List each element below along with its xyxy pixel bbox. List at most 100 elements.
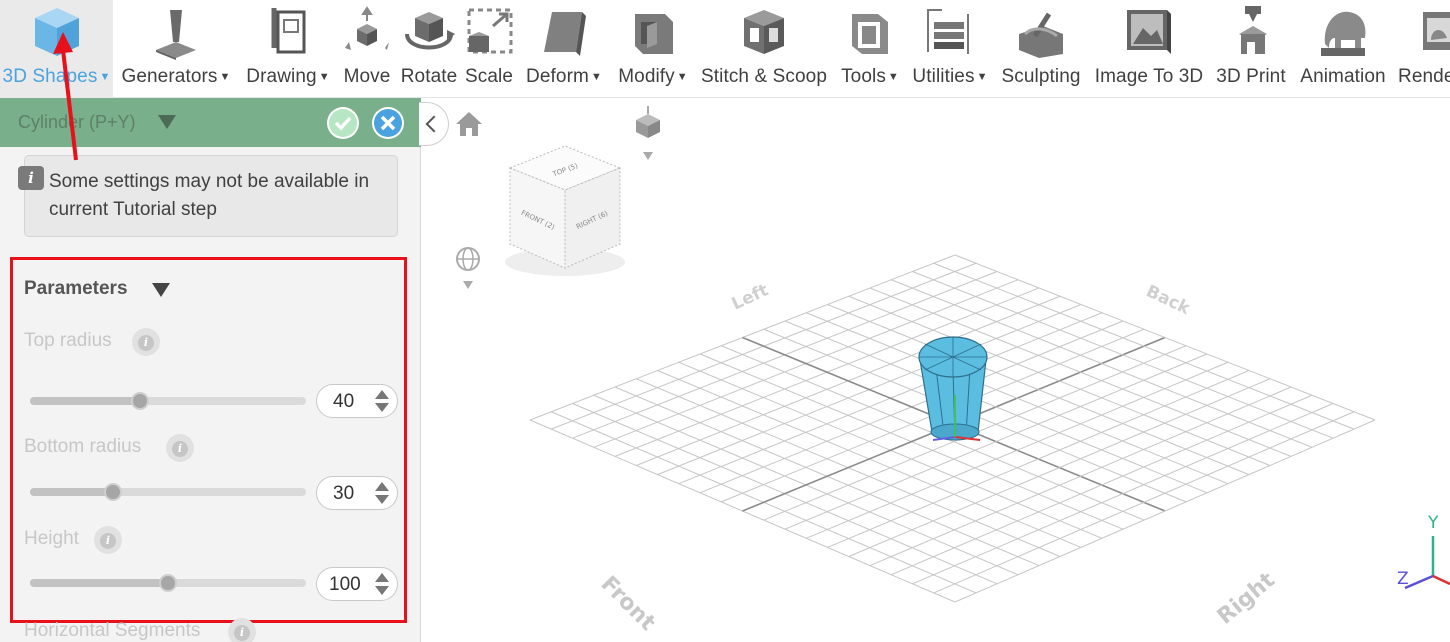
rotate-icon [405, 12, 455, 50]
perspective-view-icon[interactable] [636, 106, 660, 160]
parameters-title[interactable]: Parameters [24, 278, 128, 300]
toolbar-label: Render [1398, 66, 1450, 87]
panel-title[interactable]: Cylinder (P+Y) [18, 112, 136, 133]
toolbar-label: Animation [1300, 66, 1386, 87]
toolbar-label: 3D Shapes [2, 66, 98, 87]
chevron-down-icon[interactable] [158, 115, 176, 129]
toolbar-item-utilities[interactable]: Utilities ▼ [906, 0, 994, 98]
toolbar-item-modify[interactable]: Modify ▼ [611, 0, 695, 98]
grid-line [954, 419, 1376, 603]
axis-label-z: Z [1397, 569, 1409, 589]
check-icon [329, 109, 357, 137]
cylinder-shape[interactable] [918, 336, 988, 441]
toolbar-item-3d-print[interactable]: 3D Print [1210, 0, 1292, 98]
increment-icon[interactable] [375, 573, 389, 582]
tools-icon [852, 14, 888, 54]
close-icon [374, 109, 402, 137]
toolbar-item-deform[interactable]: Deform ▼ [517, 0, 611, 98]
toolbar-label: Image To 3D [1094, 66, 1204, 87]
info-icon[interactable]: i [94, 526, 122, 554]
toolbar-item-scale[interactable]: Scale [461, 0, 517, 98]
toolbar-item-rotate[interactable]: Rotate [397, 0, 461, 98]
toolbar-label: Modify [618, 66, 675, 87]
info-icon[interactable]: i [132, 328, 160, 356]
decrement-icon[interactable] [375, 495, 389, 504]
grid-label-front: Front [596, 572, 661, 637]
confirm-button[interactable] [327, 107, 359, 139]
toolbar-item-tools[interactable]: Tools ▼ [835, 0, 905, 98]
top-radius-label: Top radius [24, 330, 112, 351]
bottom-radius-slider[interactable] [30, 483, 306, 501]
bottom-radius-stepper[interactable]: 30 [316, 476, 398, 510]
stepper-value[interactable]: 30 [333, 483, 354, 505]
deform-icon [544, 12, 586, 56]
toolbar-label: Generators [121, 66, 218, 87]
home-icon[interactable] [456, 112, 482, 136]
toolbar-item-drawing[interactable]: Drawing ▼ [240, 0, 336, 98]
grid-label-right: Right [1213, 567, 1280, 629]
image-to-3d-icon [1127, 10, 1171, 54]
slider-fill [30, 579, 168, 587]
toolbar-label: Stitch & Scoop [700, 66, 828, 87]
stepper-value[interactable]: 40 [333, 391, 354, 413]
main-toolbar: 3D Shapes ▼ Generators ▼ Drawing ▼ Move … [0, 0, 1450, 98]
3d-viewport[interactable]: TOP (5) FRONT (2) RIGHT (6) Left Back Fr… [422, 98, 1450, 642]
toolbar-label: Sculpting [1001, 66, 1081, 87]
view-cube[interactable]: TOP (5) FRONT (2) RIGHT (6) [505, 145, 625, 276]
scale-icon [467, 8, 513, 54]
grid-line [933, 262, 1355, 430]
height-label: Height [24, 528, 79, 549]
drawing-icon [271, 8, 306, 54]
grid-line [954, 254, 1376, 421]
decrement-icon[interactable] [375, 403, 389, 412]
toolbar-label: Tools [841, 66, 886, 87]
toolbar-label: Deform [526, 66, 589, 87]
move-icon [345, 6, 389, 50]
toolbar-item-3d-shapes[interactable]: 3D Shapes ▼ [0, 0, 113, 98]
grid-label-left: Left [729, 280, 772, 314]
stitch-icon [744, 10, 784, 54]
slider-fill [30, 488, 113, 496]
height-slider[interactable] [30, 574, 306, 592]
tutorial-info-text: Some settings may not be available in cu… [49, 171, 370, 220]
slider-thumb[interactable] [159, 574, 177, 592]
axis-gizmo: Y Z [1397, 513, 1450, 590]
generator-icon [156, 10, 196, 60]
axis-label-y: Y [1427, 513, 1439, 533]
elephant-icon [1321, 11, 1366, 56]
chevron-down-icon[interactable] [152, 283, 170, 297]
cube-icon [34, 8, 79, 56]
height-stepper[interactable]: 100 [316, 567, 398, 601]
toolbar-label: Move [343, 66, 391, 87]
stepper-value[interactable]: 100 [329, 574, 361, 596]
decrement-icon[interactable] [375, 586, 389, 595]
toolbar-item-animation[interactable]: Animation [1292, 0, 1394, 98]
increment-icon[interactable] [375, 390, 389, 399]
toolbar-label: Utilities [912, 66, 975, 87]
toolbar-item-generators[interactable]: Generators ▼ [115, 0, 237, 98]
toolbar-label: 3D Print [1216, 66, 1286, 87]
info-icon[interactable]: i [166, 434, 194, 462]
toolbar-item-stitch-scoop[interactable]: Stitch & Scoop [695, 0, 833, 98]
top-radius-stepper[interactable]: 40 [316, 384, 398, 418]
bottom-radius-label: Bottom radius [24, 436, 142, 457]
info-icon: i [18, 166, 44, 190]
increment-icon[interactable] [375, 482, 389, 491]
sculpting-icon [1019, 12, 1063, 58]
toolbar-item-render[interactable]: Render [1396, 0, 1450, 98]
info-icon[interactable]: i [228, 618, 256, 642]
printer-icon [1239, 6, 1267, 54]
toolbar-item-move[interactable]: Move [338, 0, 396, 98]
top-radius-slider[interactable] [30, 392, 306, 410]
horizontal-segments-label: Horizontal Segments [24, 620, 201, 641]
cancel-button[interactable] [372, 107, 404, 139]
render-icon [1423, 12, 1450, 50]
toolbar-label: Scale [464, 66, 514, 87]
globe-icon[interactable] [456, 247, 480, 289]
utilities-icon [927, 9, 969, 54]
grid-label-back: Back [1143, 281, 1194, 319]
toolbar-item-image-to-3d[interactable]: Image To 3D [1088, 0, 1210, 98]
toolbar-item-sculpting[interactable]: Sculpting [996, 0, 1086, 98]
viewport-canvas: TOP (5) FRONT (2) RIGHT (6) Left Back Fr… [456, 106, 1450, 637]
slider-thumb[interactable] [103, 483, 122, 501]
